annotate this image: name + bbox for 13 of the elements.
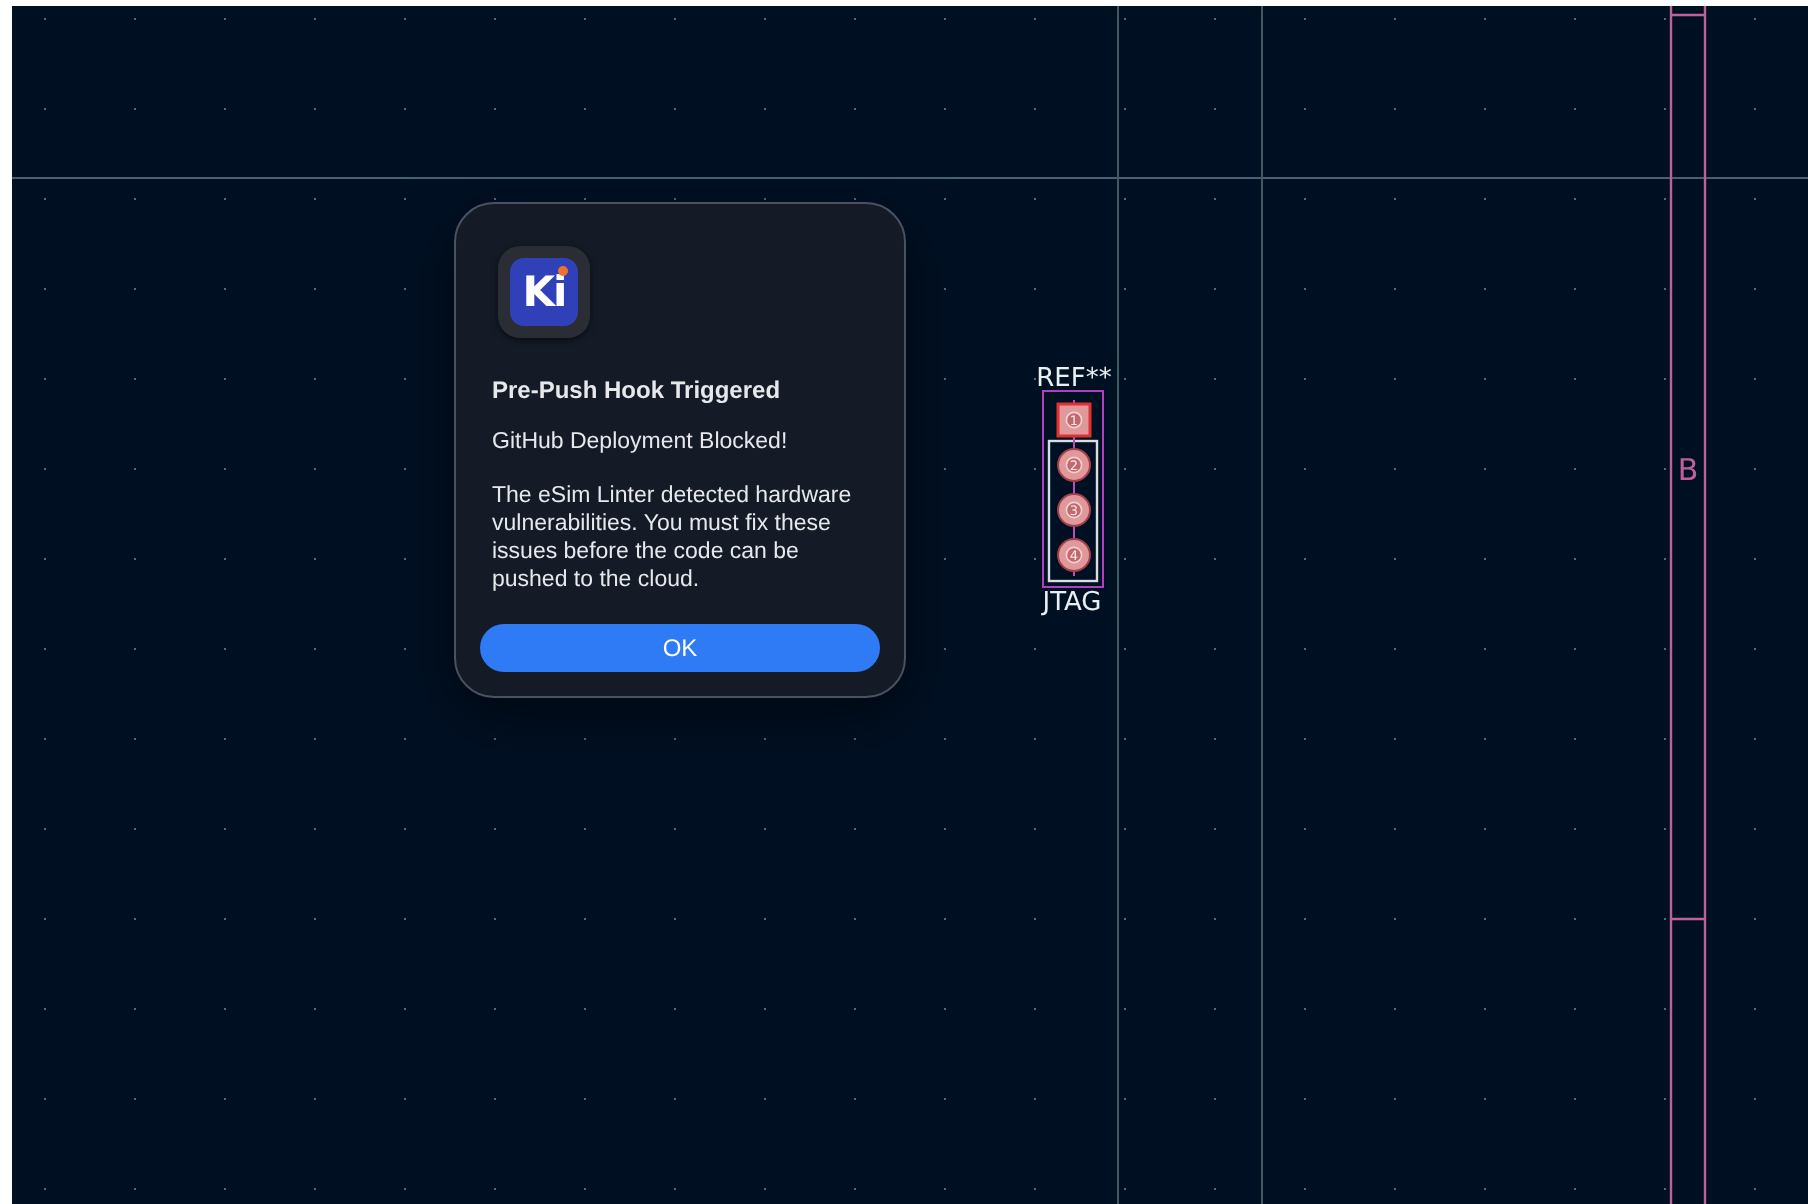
reference-label: REF** [1036, 364, 1112, 394]
pad [1057, 538, 1091, 572]
pad [1056, 402, 1092, 438]
app-icon-text: Ki [522, 268, 566, 316]
value-label: JTAG [1042, 588, 1102, 618]
ok-button[interactable]: OK [480, 624, 880, 672]
dialog-title: Pre-Push Hook Triggered [492, 376, 783, 404]
frame-label: B [1677, 452, 1699, 488]
silkscreen-outline [1047, 439, 1099, 583]
pad [1057, 448, 1091, 482]
pad [1057, 493, 1091, 527]
dialog-subtitle: GitHub Deployment Blocked! [492, 430, 790, 454]
dialog-message: The eSim Linter detected hardware vulnerabilities. You must fix these issues before the code can be pushed to the cloud. [492, 482, 854, 594]
